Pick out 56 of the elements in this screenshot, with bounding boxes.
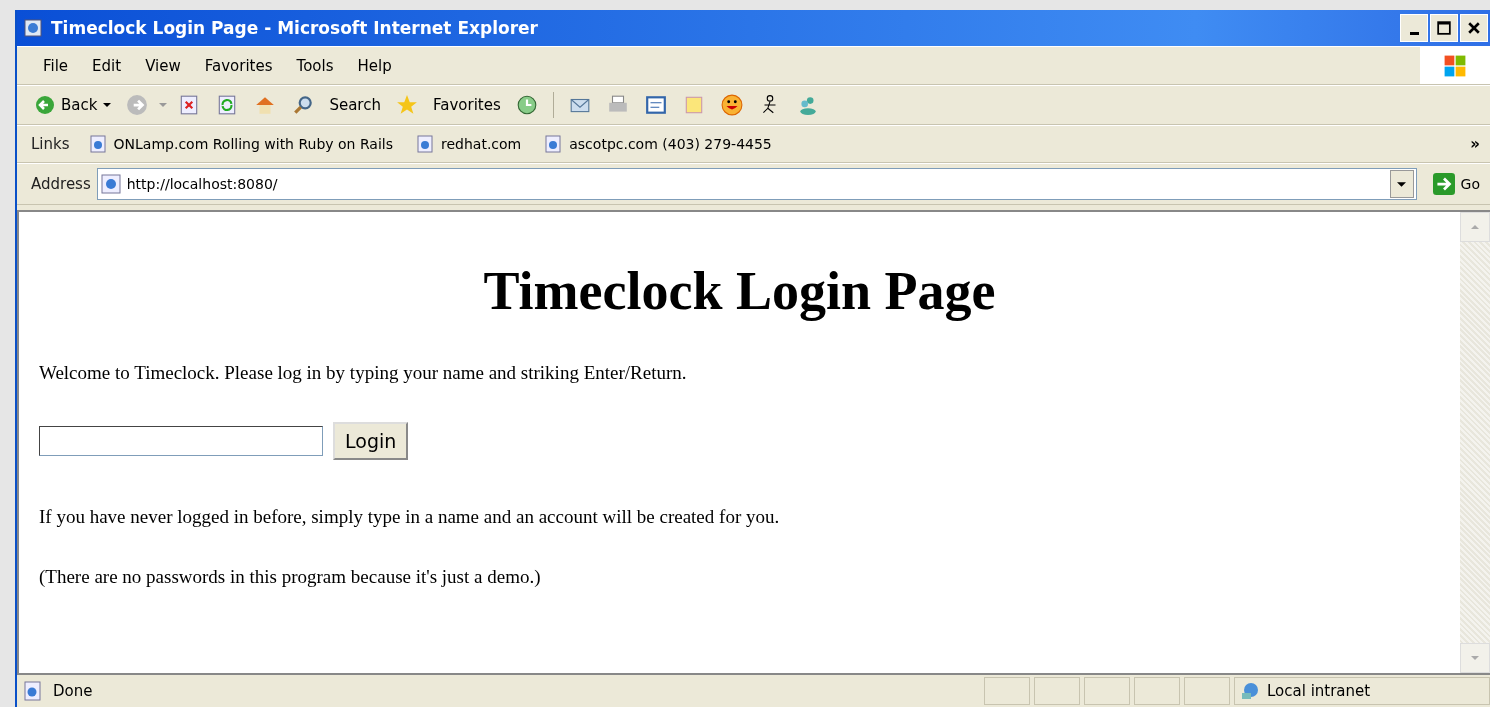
search-icon xyxy=(292,94,315,116)
menu-item[interactable]: File xyxy=(31,56,81,75)
history-icon[interactable] xyxy=(515,94,538,116)
caret-icon xyxy=(1397,179,1407,189)
minimize-button[interactable] xyxy=(1400,14,1428,42)
menu-item[interactable]: Tools xyxy=(284,56,346,75)
star-icon xyxy=(395,94,418,116)
page-heading: Timeclock Login Page xyxy=(482,260,997,322)
status-panel xyxy=(984,677,1030,705)
page-icon xyxy=(23,681,43,701)
browser-icon xyxy=(23,18,43,38)
page-icon xyxy=(415,134,435,154)
window-title: Timeclock Login Page - Microsoft Internet Explorer xyxy=(51,18,539,38)
caret-icon[interactable] xyxy=(159,101,168,109)
login-button[interactable]: Login xyxy=(333,422,409,460)
status-panel xyxy=(1034,677,1080,705)
status-text: Done xyxy=(53,682,93,700)
go-button[interactable]: Go xyxy=(1422,173,1490,195)
address-field[interactable]: http://localhost:8080/ xyxy=(96,168,1417,200)
edit-icon[interactable] xyxy=(644,94,667,116)
status-panel xyxy=(1184,677,1230,705)
page-icon xyxy=(100,174,121,194)
menu-item[interactable]: View xyxy=(133,56,193,75)
close-button[interactable] xyxy=(1460,14,1488,42)
address-label: Address xyxy=(31,175,91,193)
globe-icon xyxy=(1239,681,1261,701)
page-icon xyxy=(87,134,108,154)
minimize-icon xyxy=(1409,31,1419,35)
maximize-icon xyxy=(1437,21,1451,35)
status-panel xyxy=(1084,677,1130,705)
name-input[interactable] xyxy=(39,426,323,456)
status-panel xyxy=(1134,677,1180,705)
link-button[interactable]: redhat.com xyxy=(411,134,526,154)
caret-icon xyxy=(103,101,112,109)
back-button[interactable]: Back xyxy=(31,95,116,115)
menu-item[interactable]: Help xyxy=(345,56,404,75)
welcome-text: Welcome to Timeclock. Please log in by typing your name and striking Enter/Return. xyxy=(39,362,688,384)
links-label: Links xyxy=(31,135,70,153)
favorites-button[interactable]: Favorites xyxy=(428,96,505,114)
up-arrow-icon xyxy=(1471,223,1479,231)
menu-item[interactable]: Edit xyxy=(80,56,134,75)
search-button[interactable]: Search xyxy=(325,96,385,114)
overflow-chevron[interactable]: » xyxy=(1470,135,1490,153)
url-text: http://localhost:8080/ xyxy=(126,176,278,192)
link-button[interactable]: ascotpc.com (403) 279-4455 xyxy=(539,134,776,154)
menu-item[interactable]: Favorites xyxy=(192,56,285,75)
link-button[interactable]: ONLamp.com Rolling with Ruby on Rails xyxy=(83,134,397,154)
page-icon xyxy=(543,134,564,154)
note-text: If you have never logged in before, simply type in a name and an account will be created for you. xyxy=(39,506,781,528)
smiley-icon[interactable] xyxy=(720,94,743,116)
dropdown-button[interactable] xyxy=(1389,170,1414,198)
note-text: (There are no passwords in this program because it's just a demo.) xyxy=(39,566,542,588)
maximize-button[interactable] xyxy=(1430,14,1458,42)
close-icon xyxy=(1468,22,1480,34)
down-arrow-icon xyxy=(1471,654,1479,662)
zone-text: Local intranet xyxy=(1267,682,1371,700)
